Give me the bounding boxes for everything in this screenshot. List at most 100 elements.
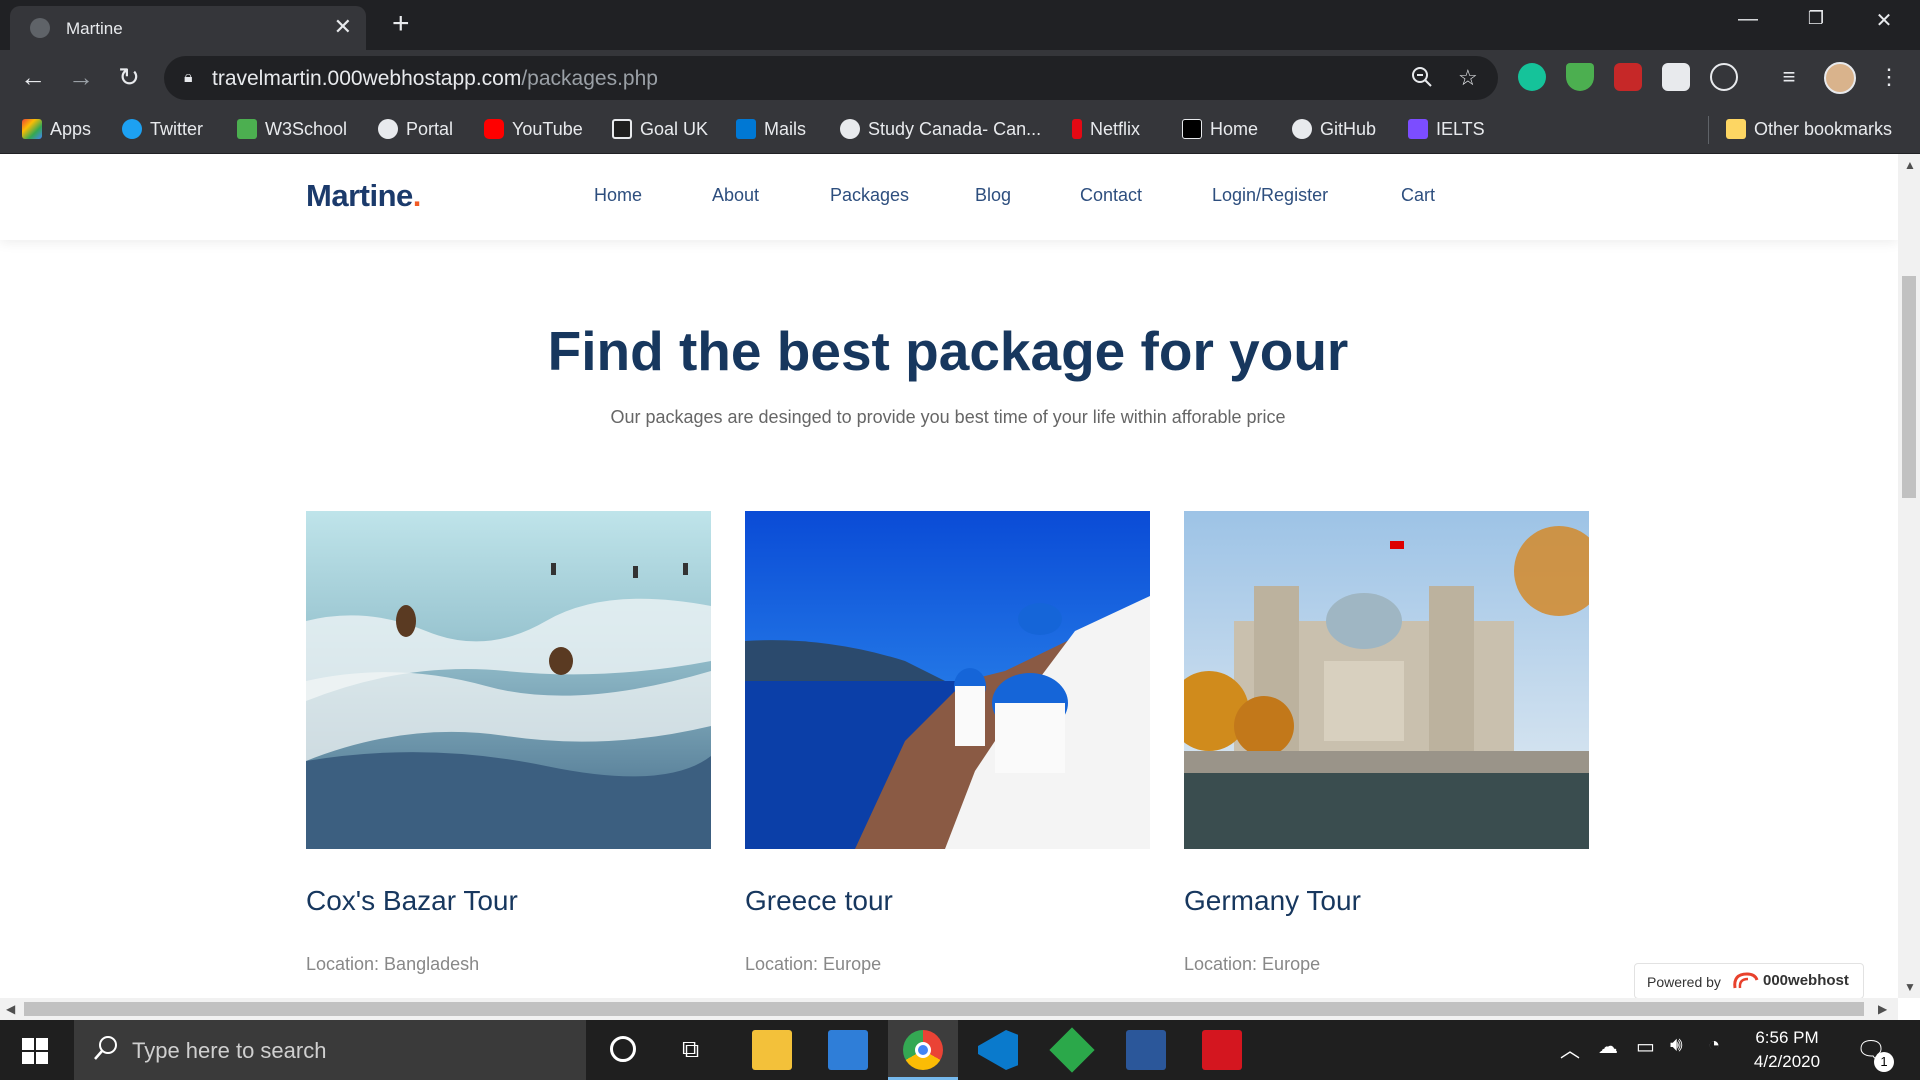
bookmark-star-icon[interactable]: ☆ xyxy=(1458,65,1478,91)
file-explorer-icon[interactable] xyxy=(752,1030,792,1070)
package-location-coxs-bazar: Location: Bangladesh xyxy=(306,954,480,974)
profile-avatar[interactable] xyxy=(1824,62,1856,94)
nav-blog[interactable]: Blog xyxy=(975,185,1011,206)
menu-kebab-icon[interactable]: ⋮ xyxy=(1872,62,1906,92)
word-icon[interactable] xyxy=(1126,1030,1166,1070)
powered-by-label: Powered by xyxy=(1647,974,1721,990)
site-header: Martine. Home About Packages Blog Contac… xyxy=(0,154,1898,240)
scroll-right-arrow-icon[interactable]: ▶ xyxy=(1878,1002,1887,1016)
restore-button[interactable]: ❐ xyxy=(1796,8,1836,29)
windows-taskbar: Type here to search ⧉ ︿ ☁ ▭ 🔊︎ ◔ 6:56 PM… xyxy=(0,1020,1920,1080)
bookmark-goal-uk[interactable]: Goal UK xyxy=(612,119,708,140)
bookmark-portal[interactable]: Portal xyxy=(378,119,453,140)
nav-home[interactable]: Home xyxy=(594,185,642,206)
powered-by-badge[interactable]: Powered by 000webhost xyxy=(1634,963,1864,998)
horizontal-scrollbar[interactable]: ◀ ▶ xyxy=(0,998,1898,1020)
acrobat-icon[interactable] xyxy=(1202,1030,1242,1070)
globe-icon xyxy=(840,119,860,139)
taskbar-chrome-active[interactable] xyxy=(888,1020,958,1080)
bookmarks-bar: Apps Twitter W3School Portal YouTube Goa… xyxy=(0,106,1920,154)
minimize-button[interactable]: — xyxy=(1728,8,1768,31)
notification-count-badge: 1 xyxy=(1874,1052,1894,1072)
browser-toolbar: ← → ↻ 🔒︎ travelmartin.000webhostapp.com/… xyxy=(0,50,1920,106)
volume-icon[interactable]: 🔊︎ xyxy=(1670,1034,1683,1057)
package-image-germany[interactable] xyxy=(1184,511,1589,849)
zoom-icon[interactable] xyxy=(1410,65,1434,95)
ublock-icon[interactable] xyxy=(1614,63,1642,91)
clock-date: 4/2/2020 xyxy=(1753,1052,1821,1071)
new-tab-button[interactable]: + xyxy=(392,9,410,39)
task-view-icon[interactable]: ⧉ xyxy=(682,1036,699,1064)
battery-icon[interactable]: ▭ xyxy=(1636,1034,1655,1059)
page-subtitle: Our packages are desinged to provide you… xyxy=(610,407,1286,427)
tab-title: Martine xyxy=(66,19,123,38)
nav-packages[interactable]: Packages xyxy=(830,185,909,206)
bookmark-home[interactable]: Home xyxy=(1182,119,1258,140)
grammarly-icon[interactable] xyxy=(1518,63,1546,91)
nav-cart[interactable]: Cart xyxy=(1401,185,1435,206)
bookmark-mails[interactable]: Mails xyxy=(736,119,806,140)
scroll-left-arrow-icon[interactable]: ◀ xyxy=(6,1002,15,1016)
font-extension-icon[interactable] xyxy=(1662,63,1690,91)
back-button[interactable]: ← xyxy=(16,62,50,92)
package-image-greece[interactable] xyxy=(745,511,1150,849)
000webhost-logo-icon xyxy=(1731,970,1759,995)
package-location-greece: Location: Europe xyxy=(745,954,882,974)
site-logo[interactable]: Martine. xyxy=(306,178,421,214)
reload-button[interactable]: ↻ xyxy=(112,62,146,92)
cortana-icon[interactable] xyxy=(610,1036,636,1062)
vertical-scroll-thumb[interactable] xyxy=(1902,276,1916,498)
bookmark-github[interactable]: GitHub xyxy=(1292,119,1376,140)
system-clock[interactable]: 6:56 PM 4/2/2020 xyxy=(1742,1026,1832,1074)
shield-extension-icon[interactable] xyxy=(1566,63,1594,91)
bookmark-ielts[interactable]: IELTS xyxy=(1408,119,1485,140)
bookmark-divider xyxy=(1708,116,1709,144)
address-bar[interactable]: 🔒︎ travelmartin.000webhostapp.com/packag… xyxy=(164,56,1498,100)
bookmark-twitter[interactable]: Twitter xyxy=(122,119,203,140)
package-title-greece[interactable]: Greece tour xyxy=(745,885,893,917)
bookmark-netflix[interactable]: Netflix xyxy=(1072,119,1140,140)
onedrive-icon[interactable]: ☁ xyxy=(1598,1034,1618,1059)
bookmark-w3school[interactable]: W3School xyxy=(237,119,347,140)
gitkraken-icon[interactable] xyxy=(1049,1027,1095,1073)
bookmark-other[interactable]: Other bookmarks xyxy=(1726,119,1892,140)
vertical-scrollbar[interactable]: ▲ ▼ xyxy=(1898,154,1920,998)
horizontal-scroll-thumb[interactable] xyxy=(24,1002,1864,1016)
globe-icon xyxy=(378,119,398,139)
package-title-germany[interactable]: Germany Tour xyxy=(1184,885,1361,917)
close-tab-icon[interactable]: ✕ xyxy=(334,15,352,39)
powered-by-brand: 000webhost xyxy=(1763,972,1849,989)
nav-about[interactable]: About xyxy=(712,185,759,206)
taskbar-search-box[interactable]: Type here to search xyxy=(74,1020,586,1080)
mail-icon[interactable] xyxy=(828,1030,868,1070)
scroll-down-arrow-icon[interactable]: ▼ xyxy=(1904,980,1916,994)
scroll-up-arrow-icon[interactable]: ▲ xyxy=(1904,158,1916,172)
nav-contact[interactable]: Contact xyxy=(1080,185,1142,206)
netflix-icon xyxy=(1072,119,1082,139)
forward-button[interactable]: → xyxy=(64,62,98,92)
bookmark-apps[interactable]: Apps xyxy=(22,119,91,140)
w3school-icon xyxy=(237,119,257,139)
clock-time: 6:56 PM xyxy=(1755,1028,1819,1047)
bookmark-youtube[interactable]: YouTube xyxy=(484,119,583,140)
chrome-center-icon xyxy=(915,1042,931,1058)
url-text: travelmartin.000webhostapp.com/packages.… xyxy=(212,67,658,90)
react-devtools-icon[interactable] xyxy=(1710,63,1738,91)
nav-login-register[interactable]: Login/Register xyxy=(1212,185,1328,206)
twitter-icon xyxy=(122,119,142,139)
browser-tab[interactable]: Martine ✕ xyxy=(10,6,366,50)
media-control-icon[interactable]: ≡ xyxy=(1772,62,1806,92)
page-title: Find the best package for your xyxy=(547,320,1349,382)
show-hidden-icons-chevron-icon[interactable]: ︿ xyxy=(1560,1034,1580,1063)
home-c-icon xyxy=(1182,119,1202,139)
wifi-icon[interactable]: ◔ xyxy=(1708,1034,1720,1057)
search-icon xyxy=(92,1034,120,1067)
bookmark-study-canada[interactable]: Study Canada- Can... xyxy=(840,119,1041,140)
package-image-coxs-bazar[interactable] xyxy=(306,511,711,849)
taskbar-search-placeholder: Type here to search xyxy=(132,1038,327,1063)
package-title-coxs-bazar[interactable]: Cox's Bazar Tour xyxy=(306,885,518,917)
vscode-icon[interactable] xyxy=(978,1030,1018,1070)
close-window-button[interactable]: ✕ xyxy=(1864,8,1904,33)
windows-start-icon[interactable] xyxy=(22,1038,48,1069)
outlook-icon xyxy=(736,119,756,139)
